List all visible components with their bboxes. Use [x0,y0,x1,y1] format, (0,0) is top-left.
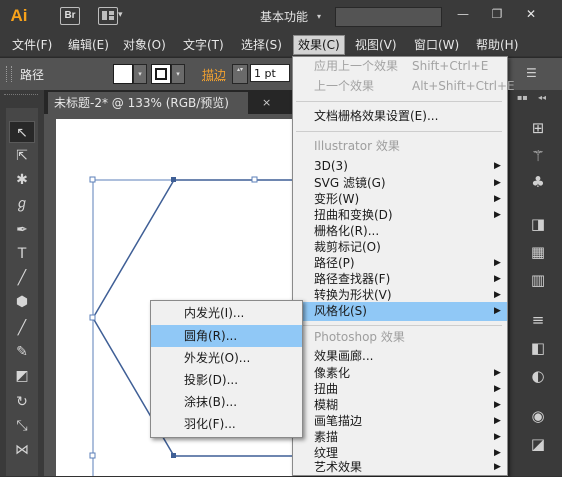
menu-effect[interactable]: 效果(C) [293,35,345,55]
illustrator-logo: Ai [10,6,28,25]
workspace-switcher[interactable]: 基本功能 [260,8,308,25]
collapse-panels-icon[interactable]: ◂◂ [538,93,546,102]
submenu-item-outer-glow[interactable]: 外发光(O)... [151,347,302,369]
panel-menu-icon[interactable]: ☰ [526,66,537,80]
submenu-item-scribble[interactable]: 涂抹(B)... [151,391,302,413]
menu-item-last-effect: 上一个效果 Alt+Shift+Ctrl+E [314,79,515,93]
menu-item-stylize[interactable]: 风格化(S) ▶ [293,302,507,321]
bridge-button[interactable]: Br [60,7,80,25]
artboards-panel-icon[interactable]: ⊞ [520,116,556,140]
submenu-item-drop-shadow[interactable]: 投影(D)... [151,369,302,391]
close-icon[interactable]: × [262,96,271,109]
menu-item-apply-last-effect: 应用上一个效果 Shift+Ctrl+E [314,59,489,73]
menu-object[interactable]: 对象(O) [119,36,170,54]
brushes-panel-icon[interactable]: ⚚ [520,144,556,168]
eraser-tool-icon[interactable]: ◩ [9,365,35,387]
search-input[interactable] [335,7,442,27]
stroke-weight-field[interactable]: 1 pt [250,64,290,82]
menu-select[interactable]: 选择(S) [237,36,286,54]
menu-item-raster-settings[interactable]: 文档栅格效果设置(E)... [293,107,507,126]
pencil-tool-icon[interactable]: ✎ [9,341,35,363]
graphic-styles-panel-icon[interactable]: ◪ [520,432,556,456]
menu-separator [296,101,502,102]
fill-swatch[interactable] [113,64,133,84]
close-icon[interactable]: ✕ [518,4,544,24]
menu-window[interactable]: 窗口(W) [410,36,463,54]
links-panel-icon[interactable]: ▦ [520,240,556,264]
menu-type[interactable]: 文字(T) [179,36,228,54]
menu-item-artistic[interactable]: 艺术效果 ▶ [293,458,507,477]
appearance-panel-icon[interactable]: ◉ [520,404,556,428]
paintbrush-tool-icon[interactable]: ╱ [9,317,35,339]
selection-type-label: 路径 [20,68,45,82]
stroke-panel-link[interactable]: 描边 [202,66,226,83]
menu-separator [296,325,502,326]
scale-tool-icon[interactable]: ⤡ [9,415,35,437]
menu-separator [296,131,502,132]
minimize-icon[interactable]: — [450,4,476,24]
submenu-item-inner-glow[interactable]: 内发光(I)... [151,302,302,324]
stroke-weight-stepper[interactable]: ▴▾ [232,64,248,84]
arrange-documents-icon[interactable] [98,7,118,25]
rotate-tool-icon[interactable]: ↻ [9,391,35,413]
grip-icon[interactable] [6,66,12,82]
align-panel-icon[interactable]: ▥ [520,268,556,292]
direct-selection-tool-icon[interactable]: ⇱ [9,145,35,167]
transparency-panel-icon[interactable]: ◐ [520,364,556,388]
stroke-swatch[interactable] [151,64,171,84]
dock-grip-icon[interactable]: ▪▪ [517,93,528,102]
lasso-tool-icon[interactable]: ℊ [9,193,35,215]
maximize-icon[interactable]: ❐ [484,4,510,24]
polygon-tool-icon[interactable]: ⬢ [9,291,35,313]
submenu-item-round-corners[interactable]: 圆角(R)... [151,325,302,347]
menu-view[interactable]: 视图(V) [351,36,401,54]
symbols-panel-icon[interactable]: ♣ [520,170,556,194]
selection-tool-icon[interactable]: ↖ [9,121,35,143]
type-tool-icon[interactable]: T [9,243,35,265]
layers-panel-icon[interactable]: ◨ [520,212,556,236]
pen-tool-icon[interactable]: ✒ [9,219,35,241]
chevron-down-icon[interactable]: ▾ [133,64,147,84]
illustrator-effects-header: Illustrator 效果 [314,139,400,153]
chevron-down-icon[interactable]: ▾ [171,64,185,84]
menu-edit[interactable]: 编辑(E) [64,36,113,54]
stroke-panel-icon[interactable]: ≡ [520,308,556,332]
photoshop-effects-header: Photoshop 效果 [314,330,405,344]
menu-help[interactable]: 帮助(H) [472,36,522,54]
menu-file[interactable]: 文件(F) [8,36,56,54]
magic-wand-tool-icon[interactable]: ✱ [9,169,35,191]
document-tab[interactable]: 未标题-2* @ 133% (RGB/预览) [48,92,248,114]
submenu-item-feather[interactable]: 羽化(F)... [151,413,302,435]
gradient-panel-icon[interactable]: ◧ [520,336,556,360]
line-tool-icon[interactable]: ╱ [9,267,35,289]
chevron-down-icon[interactable]: ▾ [317,12,321,21]
chevron-down-icon[interactable]: ▾ [118,10,123,20]
width-tool-icon[interactable]: ⋈ [9,439,35,461]
tools-panel-grip[interactable] [4,94,38,105]
